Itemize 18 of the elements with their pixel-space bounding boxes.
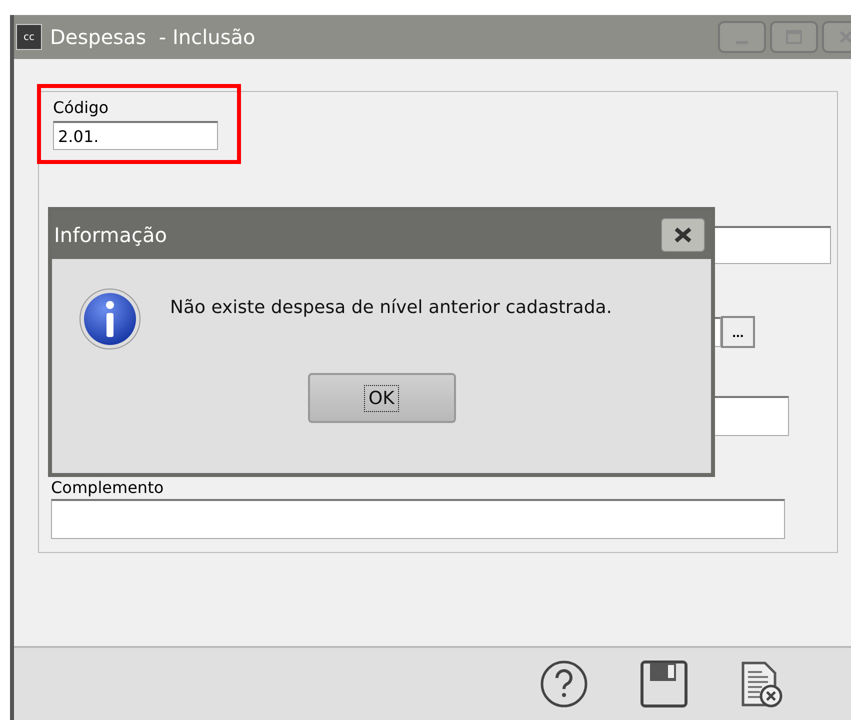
field-label: Complemento	[51, 478, 165, 497]
close-icon	[673, 227, 693, 243]
document-cancel-icon	[740, 660, 784, 708]
window-title: Despesas - Inclusão	[50, 25, 256, 49]
code-field[interactable]: 2.01.	[53, 121, 218, 150]
help-button[interactable]	[540, 660, 588, 708]
save-button[interactable]	[640, 660, 688, 708]
help-icon	[540, 660, 588, 708]
app-icon: cc	[16, 24, 42, 50]
dialog-title: Informação	[54, 223, 167, 247]
browse-button[interactable]: ...	[721, 316, 755, 348]
close-button[interactable]	[661, 218, 705, 252]
cancel-button[interactable]	[740, 660, 784, 708]
info-icon	[78, 287, 142, 351]
ok-button[interactable]: OK	[308, 373, 456, 423]
field-label: Código	[53, 98, 110, 117]
complement-field[interactable]	[51, 499, 785, 539]
dialog-message: Não existe despesa de nível anterior cadastrada.	[170, 296, 612, 318]
